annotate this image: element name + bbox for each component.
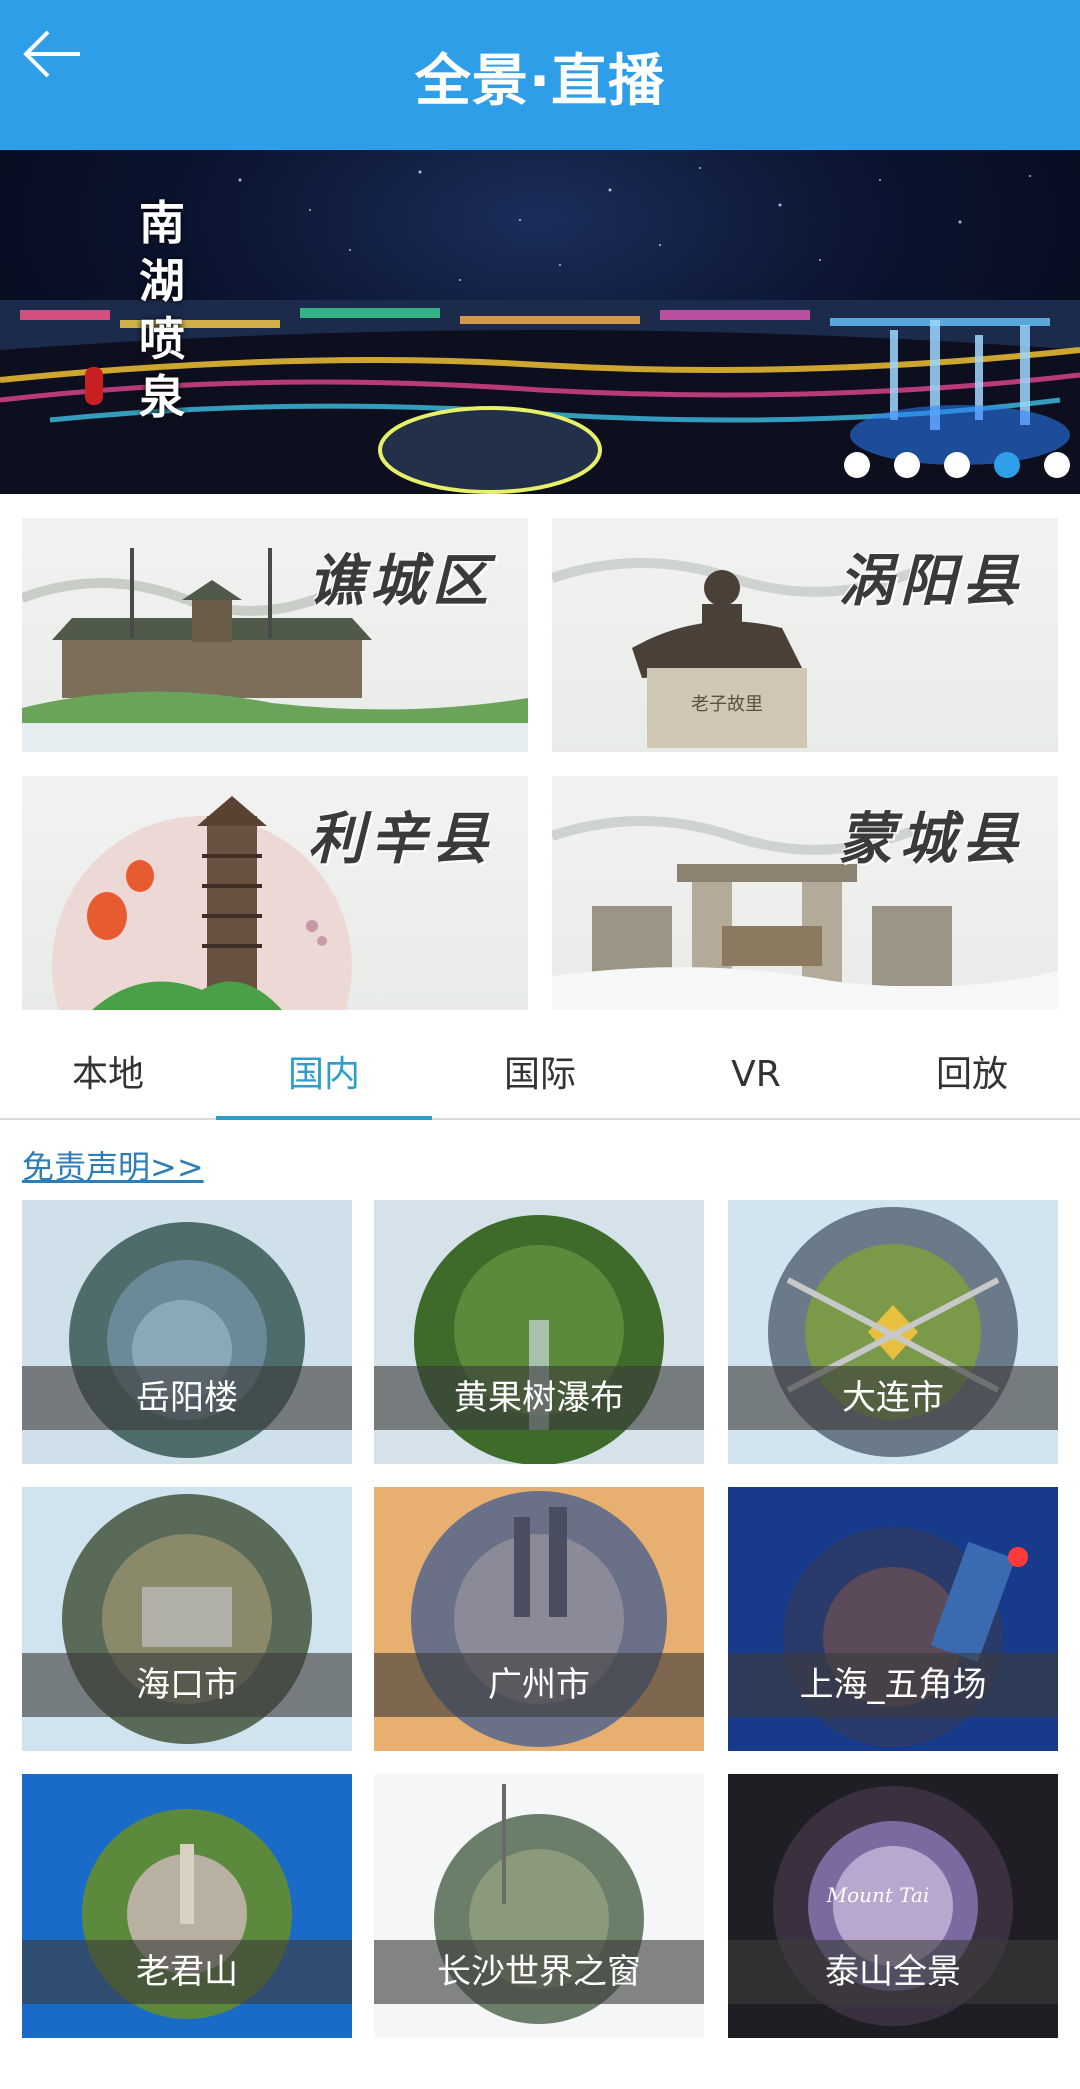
carousel-dot-4[interactable] — [994, 452, 1020, 478]
seal-stamp-icon — [85, 367, 103, 405]
panorama-item-dalian[interactable]: 大连市 — [728, 1200, 1058, 1464]
carousel-dot-1[interactable] — [844, 452, 870, 478]
plaque-text: 老子故里 — [691, 694, 763, 715]
carousel-dots — [844, 452, 1070, 478]
panorama-item-label: 黄果树瀑布 — [374, 1366, 704, 1430]
category-tabs: 本地 国内 国际 VR 回放 — [0, 1030, 1080, 1120]
panorama-item-label: 老君山 — [22, 1940, 352, 2004]
region-card-qiaocheng[interactable]: 谯城区 — [22, 518, 528, 752]
region-label: 涡阳县 — [838, 548, 1024, 614]
panorama-item-guangzhou[interactable]: 广州市 — [374, 1487, 704, 1751]
panorama-item-label: 广州市 — [374, 1653, 704, 1717]
region-card-mengcheng[interactable]: 蒙城县 — [552, 776, 1058, 1010]
taishan-watermark: Mount Tai — [826, 1883, 930, 1907]
page-title: 全景·直播 — [414, 49, 666, 114]
panorama-item-taishan[interactable]: Mount Tai 泰山全景 — [728, 1774, 1058, 2038]
panorama-item-yueyanglou[interactable]: 岳阳楼 — [22, 1200, 352, 1464]
tab-domestic[interactable]: 国内 — [216, 1030, 432, 1120]
panorama-item-label: 泰山全景 — [728, 1940, 1058, 2004]
panorama-item-label: 大连市 — [728, 1366, 1058, 1430]
tab-international[interactable]: 国际 — [432, 1030, 648, 1118]
carousel-dot-3[interactable] — [944, 452, 970, 478]
panorama-item-laojunshan[interactable]: 老君山 — [22, 1774, 352, 2038]
region-label: 利辛县 — [308, 806, 494, 872]
panorama-item-huangguoshu[interactable]: 黄果树瀑布 — [374, 1200, 704, 1464]
region-card-lixin[interactable]: 利辛县 — [22, 776, 528, 1010]
banner-title: 南湖喷泉 — [139, 196, 185, 424]
panorama-item-label: 长沙世界之窗 — [374, 1940, 704, 2004]
panorama-item-label: 岳阳楼 — [22, 1366, 352, 1430]
carousel-dot-2[interactable] — [894, 452, 920, 478]
region-label: 蒙城县 — [838, 806, 1024, 872]
tab-vr[interactable]: VR — [648, 1030, 864, 1118]
tab-replay[interactable]: 回放 — [864, 1030, 1080, 1118]
banner-carousel[interactable]: 南湖喷泉 — [0, 150, 1080, 494]
region-label: 谯城区 — [308, 548, 494, 614]
panorama-item-label: 上海_五角场 — [728, 1653, 1058, 1717]
region-card-guoyang[interactable]: 老子故里 涡阳县 — [552, 518, 1058, 752]
panorama-item-label: 海口市 — [22, 1653, 352, 1717]
panorama-item-shanghai-wujiaochang[interactable]: 上海_五角场 — [728, 1487, 1058, 1751]
tab-local[interactable]: 本地 — [0, 1030, 216, 1118]
panorama-item-changsha-window-of-world[interactable]: 长沙世界之窗 — [374, 1774, 704, 2038]
panorama-item-haikou[interactable]: 海口市 — [22, 1487, 352, 1751]
app-header: 全景·直播 — [0, 0, 1080, 150]
carousel-dot-5[interactable] — [1044, 452, 1070, 478]
disclaimer-link[interactable]: 免责声明>> — [22, 1142, 204, 1188]
